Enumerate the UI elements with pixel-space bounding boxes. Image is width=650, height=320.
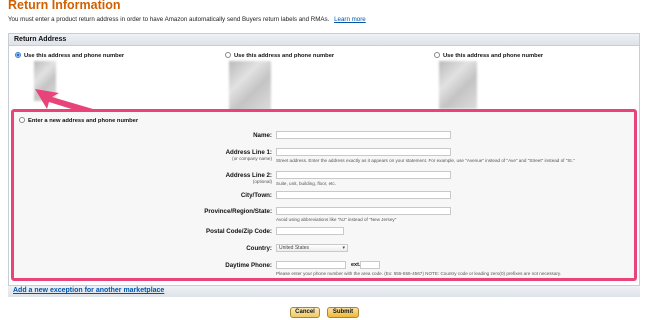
address1-sublabel: (or company name) — [232, 156, 272, 161]
address1-hint: Street address. Enter the address exactl… — [276, 158, 575, 163]
state-row: Province/Region/State: Avoid using abbre… — [14, 207, 634, 222]
address-choice-2[interactable]: Use this address and phone number — [225, 52, 334, 59]
address-choice-label: Use this address and phone number — [443, 53, 544, 59]
address-choice-1[interactable]: Use this address and phone number — [15, 52, 124, 59]
address2-sublabel: (optional) — [252, 179, 272, 184]
return-address-panel: Return Address Use this address and phon… — [8, 33, 640, 297]
address2-hint: Suite, unit, building, floor, etc. — [276, 181, 337, 186]
state-hint: Avoid using abbreviations like "NJ" inst… — [276, 217, 397, 222]
intro-text: You must enter a product return address … — [8, 16, 366, 23]
address-choice-3[interactable]: Use this address and phone number — [434, 52, 543, 59]
chevron-down-icon: ▾ — [342, 245, 345, 251]
new-address-label: Enter a new address and phone number — [28, 118, 139, 124]
zip-label: Postal Code/Zip Code: — [205, 228, 272, 235]
exception-bar: Add a new exception for another marketpl… — [8, 285, 640, 297]
new-address-option[interactable]: Enter a new address and phone number — [19, 117, 138, 124]
address2-row: Address Line 2: (optional) Suite, unit, … — [14, 171, 634, 186]
zip-row: Postal Code/Zip Code: — [14, 227, 634, 240]
submit-button[interactable]: Submit — [327, 307, 359, 318]
radio-icon[interactable] — [19, 117, 25, 123]
cancel-button[interactable]: Cancel — [290, 307, 320, 318]
add-exception-link[interactable]: Add a new exception for another marketpl… — [13, 287, 164, 294]
phone-label: Daytime Phone: — [225, 262, 272, 269]
address1-row: Address Line 1: (or company name) Street… — [14, 148, 634, 163]
page-title: Return Information — [8, 0, 121, 12]
country-row: Country: United States ▾ — [14, 244, 634, 257]
city-input[interactable] — [276, 191, 451, 199]
country-label: Country: — [246, 245, 272, 252]
phone-hint: Please enter your phone number with the … — [276, 271, 562, 276]
city-row: City/Town: — [14, 191, 634, 204]
radio-icon[interactable] — [225, 52, 231, 58]
phone-input[interactable] — [276, 261, 346, 269]
address1-label: Address Line 1: — [225, 149, 272, 156]
name-input[interactable] — [276, 131, 451, 139]
address-choice-label: Use this address and phone number — [234, 53, 335, 59]
intro-message: You must enter a product return address … — [8, 16, 330, 23]
phone-ext-input[interactable] — [360, 261, 380, 269]
state-label: Province/Region/State: — [204, 208, 272, 215]
state-input[interactable] — [276, 207, 451, 215]
name-row: Name: — [14, 131, 634, 144]
name-label: Name: — [253, 132, 272, 139]
country-select[interactable]: United States ▾ — [276, 244, 348, 252]
radio-selected-icon[interactable] — [15, 52, 21, 58]
redacted-address-3 — [439, 61, 477, 109]
return-address-header: Return Address — [9, 34, 639, 46]
redacted-address-2 — [229, 61, 271, 111]
radio-icon[interactable] — [434, 52, 440, 58]
city-label: City/Town: — [240, 192, 272, 199]
address1-input[interactable] — [276, 148, 451, 156]
address2-label: Address Line 2: — [225, 172, 272, 179]
address-choice-label: Use this address and phone number — [24, 53, 125, 59]
country-value: United States — [279, 245, 310, 251]
phone-row: Daytime Phone: ext. Please enter your ph… — [14, 261, 634, 276]
new-address-section: Enter a new address and phone number Nam… — [11, 109, 637, 281]
learn-more-link[interactable]: Learn more — [334, 16, 366, 23]
zip-input[interactable] — [276, 227, 344, 235]
address2-input[interactable] — [276, 171, 451, 179]
